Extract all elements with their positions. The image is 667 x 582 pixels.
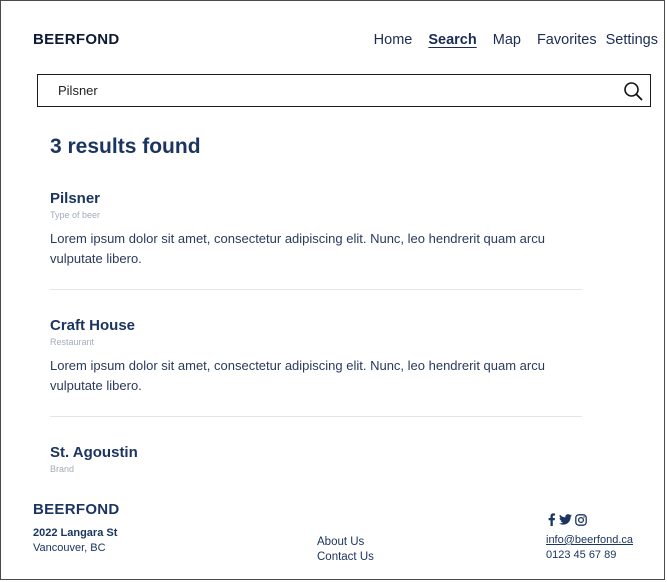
footer-street: 2022 Langara St [33, 527, 118, 539]
result-title[interactable]: Craft House [50, 317, 582, 334]
divider [50, 289, 582, 290]
result-description: Lorem ipsum dolor sit amet, consectetur … [50, 231, 545, 266]
about-us-link[interactable]: About Us [317, 535, 374, 550]
result-description: Lorem ipsum dolor sit amet, consectetur … [50, 358, 545, 393]
search-bar [37, 74, 651, 107]
nav-search[interactable]: Search [428, 32, 476, 48]
header: BEERFOND Home Search Map Favorites Setti… [1, 1, 664, 71]
nav-home[interactable]: Home [374, 32, 413, 48]
footer-links: About Us Contact Us [317, 535, 374, 565]
twitter-icon[interactable] [559, 514, 572, 525]
footer-brand-logo[interactable]: BEERFOND [33, 501, 120, 518]
result-item: Pilsner Type of beer Lorem ipsum dolor s… [50, 190, 582, 269]
nav-favorites[interactable]: Favorites [537, 32, 597, 48]
result-title[interactable]: St. Agoustin [50, 444, 582, 461]
social-icons [547, 513, 587, 526]
app-window: BEERFOND Home Search Map Favorites Setti… [0, 0, 665, 580]
nav-settings[interactable]: Settings [606, 32, 658, 48]
search-icon[interactable] [622, 80, 644, 102]
main-nav: Home Search Map Favorites Settings [358, 32, 658, 48]
brand-logo[interactable]: BEERFOND [33, 31, 120, 48]
result-item: Craft House Restaurant Lorem ipsum dolor… [50, 317, 582, 396]
footer-email-link[interactable]: info@beerfond.ca [546, 534, 633, 546]
result-item: St. Agoustin Brand [50, 444, 582, 474]
instagram-icon[interactable] [575, 513, 587, 526]
footer-phone: 0123 45 67 89 [546, 549, 617, 561]
divider [50, 416, 582, 417]
nav-map[interactable]: Map [493, 32, 521, 48]
search-input[interactable] [56, 74, 622, 107]
results-count: 3 results found [50, 135, 201, 158]
result-type: Type of beer [50, 210, 101, 220]
result-type: Restaurant [50, 337, 95, 347]
result-title[interactable]: Pilsner [50, 190, 582, 207]
facebook-icon[interactable] [547, 513, 556, 526]
result-type: Brand [50, 464, 75, 474]
footer-city: Vancouver, BC [33, 542, 106, 554]
contact-us-link[interactable]: Contact Us [317, 550, 374, 565]
